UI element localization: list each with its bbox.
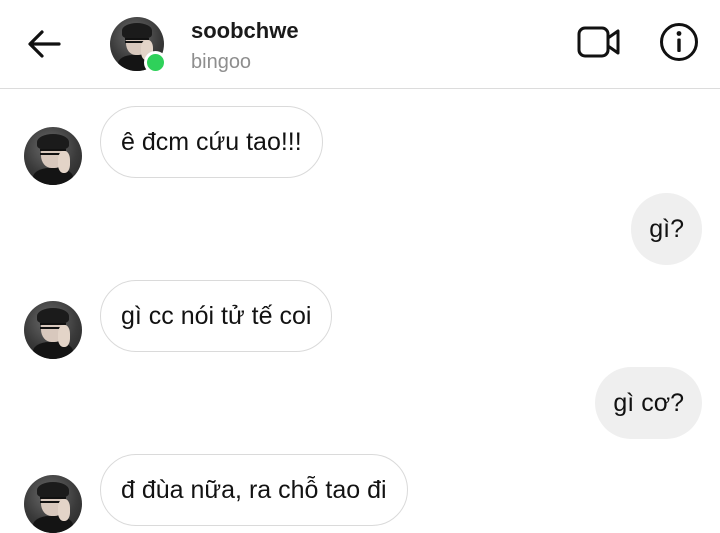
online-status-dot [144, 51, 167, 74]
sender-avatar[interactable] [24, 475, 82, 533]
video-call-button[interactable] [574, 20, 624, 64]
chat-header: soobchwe bingoo [0, 0, 720, 89]
message-bubble-incoming[interactable]: đ đùa nữa, ra chỗ tao đi [100, 454, 408, 526]
sender-avatar[interactable] [24, 301, 82, 359]
message-bubble-incoming[interactable]: gì cc nói tử tế coi [100, 280, 333, 352]
username[interactable]: soobchwe [191, 18, 299, 44]
info-button[interactable] [655, 20, 703, 64]
info-icon [660, 23, 698, 61]
sender-avatar[interactable] [24, 127, 82, 185]
video-call-icon [577, 26, 620, 58]
message-bubble-outgoing[interactable]: gì? [631, 193, 702, 265]
user-subtitle: bingoo [191, 51, 252, 73]
back-button[interactable] [22, 24, 66, 64]
back-arrow-icon [28, 30, 61, 58]
message-bubble-incoming[interactable]: ê đcm cứu tao!!! [100, 106, 323, 178]
profile-avatar[interactable] [110, 17, 167, 74]
message-bubble-outgoing[interactable]: gì cơ? [595, 367, 702, 439]
